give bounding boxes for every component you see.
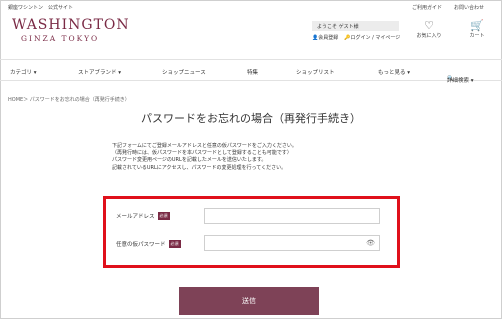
favorite-label: お気に入り [416,33,442,39]
cart-button[interactable]: 🛒 カート [462,19,492,40]
nav-store-brand[interactable]: ストアブランド ▾ [78,68,121,76]
email-field[interactable] [204,208,380,224]
main-nav: カテゴリ ▾ ストアブランド ▾ ショップニュース 特集 ショップリスト もっと… [0,59,502,84]
temp-password-field[interactable]: 👁 [204,235,380,251]
temp-password-label: 任意の仮パスワード 必須 [116,240,181,248]
top-links: ご利用ガイド お問い合わせ [412,4,484,11]
required-badge: 必須 [157,212,170,220]
contact-link[interactable]: お問い合わせ [454,4,484,11]
favorite-button[interactable]: ♡ お気に入り [414,19,444,40]
nav-shop-news[interactable]: ショップニュース [162,68,206,76]
heart-icon: ♡ [424,19,434,32]
nav-feature[interactable]: 特集 [247,68,258,76]
login-link[interactable]: 🔑ログイン / マイページ [344,34,400,41]
account-links: 👤会員登録 🔑ログイン / マイページ [312,34,400,41]
register-link[interactable]: 👤会員登録 [312,34,338,41]
logo-wordmark: WASHINGTON [12,17,130,33]
nav-more[interactable]: もっと見る ▾ [378,68,410,76]
submit-button[interactable]: 送信 [179,287,319,315]
breadcrumb: HOME＞ パスワードをお忘れの場合（再発行手続き） [8,97,130,103]
required-badge: 必須 [168,240,181,248]
description-line: 記載されているURLにアクセスし、パスワードの変更処理を行ってください。 [112,164,287,171]
top-site-label: 銀座ワシントン 公式サイト [8,5,74,11]
welcome-message: ようこそ ゲスト様 [312,21,399,31]
cart-icon: 🛒 [470,19,484,32]
page-title: パスワードをお忘れの場合（再発行手続き） [141,112,361,125]
eye-icon[interactable]: 👁 [366,239,375,247]
reset-form-box [103,196,400,268]
description-line: パスワード変更用ページのURLを記載したメールを送信いたします。 [112,157,267,164]
nav-shop-list[interactable]: ショップリスト [296,68,335,76]
logo-subtitle: GINZA TOKYO [21,34,100,43]
description: 下記フォームにてご登録メールアドレスと任意の仮パスワードをご入力ください。 （再… [112,143,297,172]
cart-label: カート [469,33,485,39]
nav-category[interactable]: カテゴリ ▾ [10,68,37,76]
brand-logo[interactable]: WASHINGTON GINZA TOKYO [12,17,130,43]
guide-link[interactable]: ご利用ガイド [412,4,442,11]
email-label: メールアドレス 必須 [116,212,170,220]
